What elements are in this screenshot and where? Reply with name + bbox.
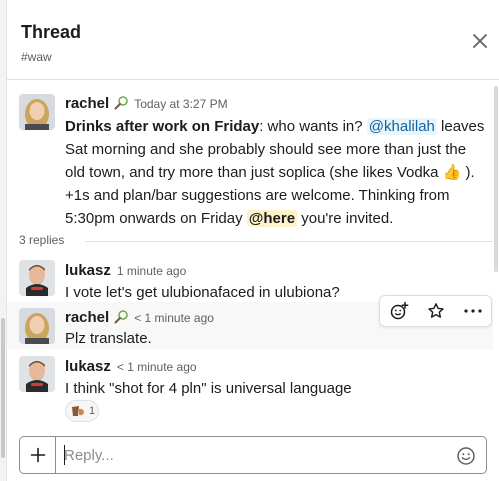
channel-name[interactable]: #waw (21, 50, 52, 64)
emoji-icon[interactable] (456, 446, 476, 466)
message-actions-toolbar (379, 295, 492, 327)
here-mention[interactable]: @here (246, 210, 298, 227)
avatar[interactable] (19, 308, 55, 344)
add-reaction-button[interactable] (380, 296, 417, 326)
message-bold-text: Drinks after work on Friday (65, 118, 260, 135)
more-actions-button[interactable] (454, 296, 491, 326)
scrollbar-thumb[interactable] (494, 86, 498, 272)
add-reaction-icon (390, 301, 408, 320)
more-actions-icon (463, 309, 482, 313)
avatar[interactable] (19, 260, 55, 296)
avatar[interactable] (19, 94, 55, 130)
timestamp[interactable]: 1 minute ago (117, 264, 186, 278)
message-text: I vote let's get ulubionafaced in ulubio… (65, 284, 340, 301)
author-name[interactable]: rachel (65, 95, 109, 112)
reply-composer (19, 436, 487, 474)
thumbs-up-emoji: 👍 (442, 164, 462, 181)
thread-scrollbar[interactable] (493, 80, 499, 435)
shot-glass-custom-emoji (72, 406, 84, 416)
message-text: Plz translate. (65, 330, 152, 347)
reply-message: lukasz 1 minute ago I vote let's get ulu… (7, 256, 493, 301)
star-icon (427, 303, 444, 318)
author-name[interactable]: lukasz (65, 358, 111, 375)
author-name[interactable]: lukasz (65, 262, 111, 279)
reply-message: lukasz < 1 minute ago I think "shot for … (7, 352, 493, 398)
tennis-racket-icon (114, 310, 128, 324)
parent-message: rachel Today at 3:27 PM Drinks after wor… (7, 86, 493, 227)
star-button[interactable] (417, 296, 454, 326)
reply-input[interactable] (64, 444, 444, 466)
reaction-count: 1 (89, 405, 96, 417)
thread-header: Thread #waw (7, 0, 499, 80)
replies-divider: 3 replies (7, 230, 493, 250)
thread-title: Thread (21, 22, 82, 42)
plus-icon (30, 447, 45, 463)
left-scrollbar-thumb[interactable] (1, 318, 5, 458)
avatar[interactable] (19, 356, 55, 392)
message-text-part: : who wants in? (259, 118, 363, 135)
tennis-racket-icon (114, 96, 128, 110)
timestamp[interactable]: < 1 minute ago (134, 311, 214, 325)
timestamp[interactable]: Today at 3:27 PM (134, 97, 227, 111)
author-name[interactable]: rachel (65, 309, 109, 326)
message-text: Drinks after work on Friday: who wants i… (65, 115, 485, 230)
message-text-part: you're invited. (297, 210, 394, 227)
close-icon[interactable] (471, 32, 489, 50)
user-mention[interactable]: @khalilah (366, 118, 437, 135)
window-edge (0, 0, 7, 481)
reaction-pill[interactable]: 1 (65, 400, 99, 422)
text-caret (64, 445, 65, 465)
replies-count: 3 replies (19, 233, 73, 247)
attach-button[interactable] (20, 437, 56, 473)
timestamp[interactable]: < 1 minute ago (117, 360, 197, 374)
divider-line (85, 241, 493, 242)
message-text: I think "shot for 4 pln" is universal la… (65, 380, 352, 397)
